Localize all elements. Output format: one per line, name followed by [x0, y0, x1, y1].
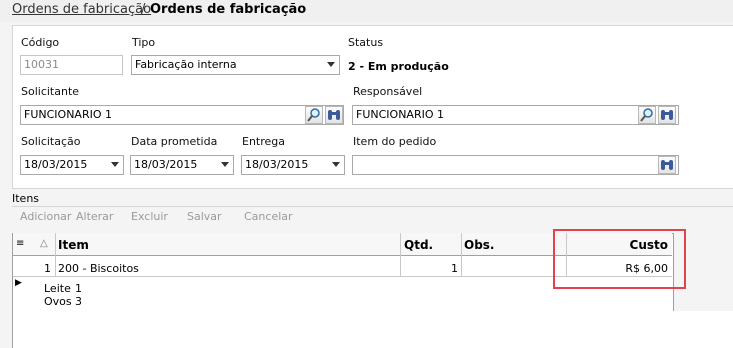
- cancel-button[interactable]: Cancelar: [244, 210, 293, 223]
- row-index: 1: [44, 262, 51, 275]
- chevron-down-icon: [221, 162, 229, 167]
- breadcrumb-separator: /: [141, 2, 146, 17]
- binoculars-icon: [661, 110, 673, 120]
- row-pointer-icon: ▶: [15, 278, 22, 288]
- status-label: Status: [348, 36, 384, 49]
- item-pedido-field[interactable]: [352, 155, 679, 175]
- magnifier-icon: [307, 108, 320, 122]
- grid-empty-area: [12, 311, 733, 348]
- binoculars-icon: [661, 160, 673, 170]
- tipo-label: Tipo: [132, 36, 156, 49]
- column-header-item[interactable]: Item: [58, 238, 89, 252]
- add-button[interactable]: Adicionar: [20, 210, 71, 223]
- col-separator: [55, 233, 56, 276]
- item-pedido-lookup-button[interactable]: [658, 156, 676, 174]
- magnifier-icon: [640, 108, 653, 122]
- edit-button[interactable]: Alterar: [76, 210, 113, 223]
- responsavel-lookup-button[interactable]: [658, 106, 676, 124]
- row-qtd-cell[interactable]: 1: [404, 262, 458, 275]
- solicitante-label: Solicitante: [21, 85, 80, 98]
- solicitante-field[interactable]: FUNCIONARIO 1: [20, 105, 344, 125]
- data-prometida-date-picker[interactable]: 18/03/2015: [130, 155, 234, 175]
- codigo-label: Código: [21, 36, 60, 49]
- solicitacao-value: 18/03/2015: [24, 158, 88, 171]
- chevron-down-icon: [327, 62, 335, 67]
- responsavel-label: Responsável: [353, 85, 423, 98]
- detail-item-name: Ovos: [44, 295, 72, 308]
- col-separator: [461, 233, 462, 276]
- column-header-qtd[interactable]: Qtd.: [404, 238, 433, 252]
- responsavel-search-button[interactable]: [638, 106, 656, 124]
- chevron-down-icon: [332, 162, 340, 167]
- itens-toolbar: [12, 206, 733, 228]
- chevron-down-icon: [111, 162, 119, 167]
- responsavel-field[interactable]: FUNCIONARIO 1: [352, 105, 679, 125]
- detail-item-qty: 1: [75, 282, 82, 295]
- entrega-label: Entrega: [242, 135, 286, 148]
- binoculars-icon: [328, 110, 340, 120]
- sort-triangle-icon[interactable]: △: [40, 238, 48, 249]
- page-title: Ordens de fabricação: [150, 2, 307, 17]
- tipo-value: Fabricação interna: [135, 58, 237, 71]
- column-chooser-icon[interactable]: ≡: [16, 238, 24, 249]
- detail-item-name: Leite: [44, 282, 71, 295]
- codigo-field: 10031: [20, 55, 123, 75]
- breadcrumb-link[interactable]: Ordens de fabricação: [12, 2, 151, 17]
- itens-section-label: Itens: [12, 192, 40, 205]
- data-prometida-label: Data prometida: [131, 135, 218, 148]
- save-button[interactable]: Salvar: [187, 210, 222, 223]
- entrega-date-picker[interactable]: 18/03/2015: [241, 155, 345, 175]
- col-separator: [400, 233, 401, 276]
- status-value: 2 - Em produção: [348, 60, 449, 73]
- entrega-value: 18/03/2015: [245, 158, 309, 171]
- tipo-select[interactable]: Fabricação interna: [131, 55, 340, 75]
- highlight-box: [553, 229, 686, 289]
- solicitante-lookup-button[interactable]: [325, 106, 343, 124]
- solicitacao-label: Solicitação: [21, 135, 81, 148]
- solicitacao-date-picker[interactable]: 18/03/2015: [20, 155, 124, 175]
- column-header-obs[interactable]: Obs.: [464, 238, 495, 252]
- detail-item-qty: 3: [75, 295, 82, 308]
- delete-button[interactable]: Excluir: [131, 210, 168, 223]
- item-pedido-label: Item do pedido: [353, 135, 437, 148]
- row-item-cell[interactable]: 200 - Biscoitos: [58, 262, 139, 275]
- data-prometida-value: 18/03/2015: [134, 158, 198, 171]
- solicitante-search-button[interactable]: [305, 106, 323, 124]
